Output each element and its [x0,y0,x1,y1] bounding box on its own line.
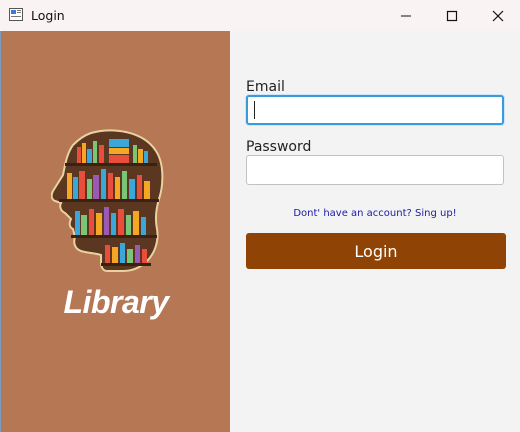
title-bar[interactable]: Login [0,0,520,31]
password-field[interactable] [246,155,504,185]
library-head-logo [51,129,164,272]
login-form: Email Password Dont' have an account? Si… [230,31,520,432]
close-button[interactable] [475,0,520,31]
maximize-button[interactable] [429,0,475,31]
password-label: Password [246,139,312,155]
maximize-icon [446,10,458,21]
minimize-icon [401,15,411,16]
close-icon [492,10,504,21]
app-icon [9,8,23,21]
brand-panel: Library [0,31,230,432]
window-title: Login [31,8,65,23]
email-field[interactable] [246,95,504,125]
minimize-button[interactable] [383,0,429,31]
email-label: Email [246,79,285,95]
text-caret [254,101,255,119]
brand-title: Library [63,284,169,320]
login-button[interactable]: Login [246,233,506,269]
signup-link[interactable]: Dont' have an account? Sing up! [230,208,520,219]
login-window: Login Library Email Password Dont' have … [0,0,520,432]
